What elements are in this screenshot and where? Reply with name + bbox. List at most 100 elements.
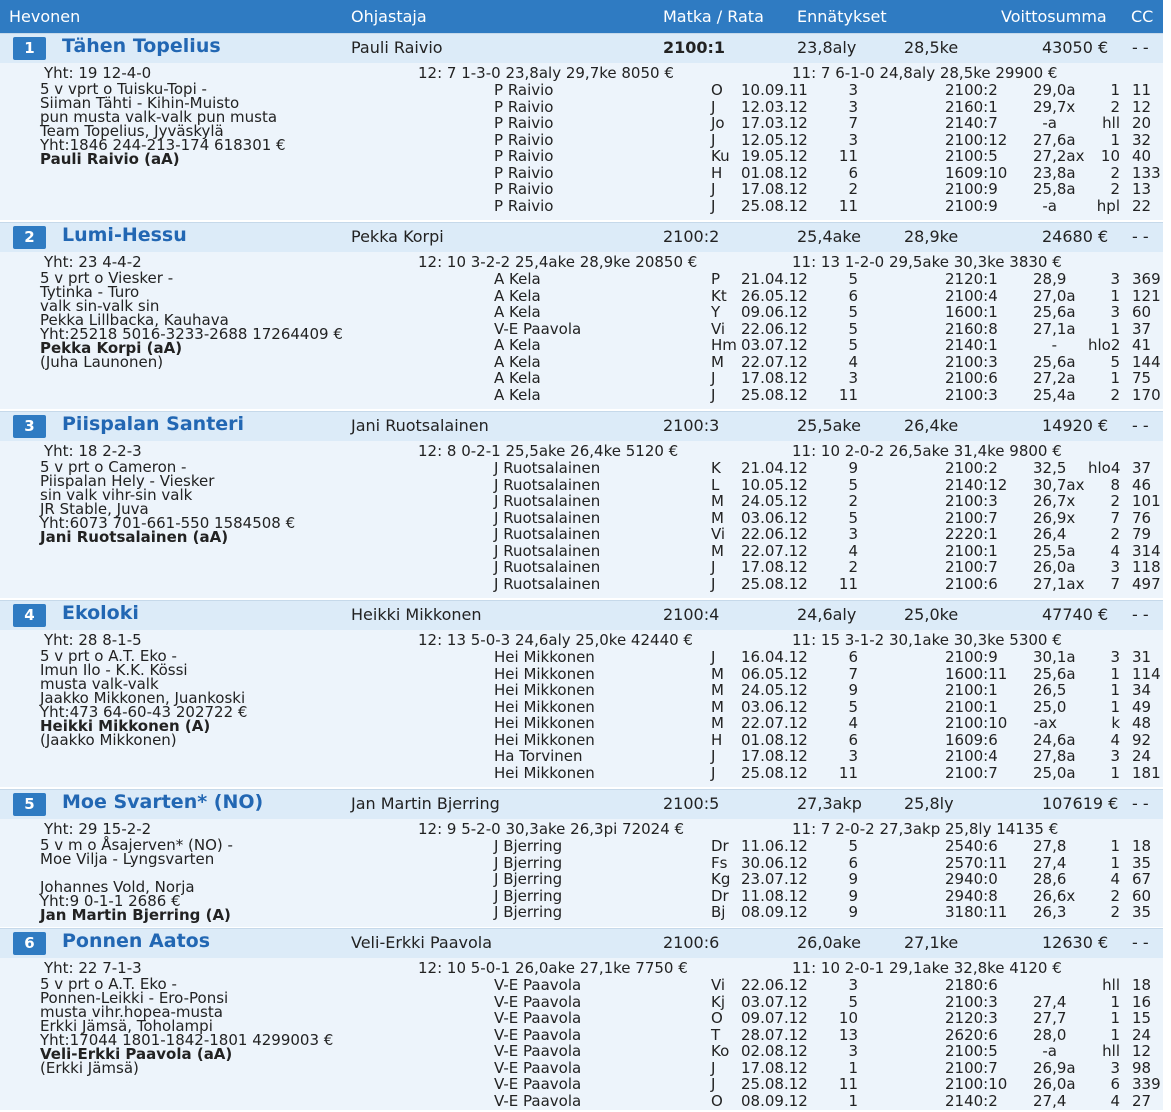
record-auto: 24,6aly bbox=[797, 605, 857, 624]
start-row[interactable]: Hei Mikkonen J 16.04.12 6 2100:9 30,1a 3 31 bbox=[0, 649, 1163, 666]
start-row[interactable]: A Kela M 22.07.12 4 2100:3 25,6a 5 144 bbox=[0, 353, 1163, 371]
start-row[interactable]: V-E Paavola T 28.07.12 13 2620:6 28,0 1 24 bbox=[0, 1025, 1163, 1044]
start-row[interactable]: J Bjerring Dr 11.06.12 5 2540:6 27,8 1 18 bbox=[0, 838, 1163, 855]
start-row[interactable]: Hei Mikkonen M 03.06.12 5 2100:1 25,0 1 49 bbox=[0, 698, 1163, 716]
start-result: 2100:5 bbox=[945, 1042, 998, 1060]
horse-name-link[interactable]: Piispalan Santeri bbox=[62, 413, 244, 435]
start-result: 2180:6 bbox=[945, 976, 998, 994]
start-driver: P Raivio bbox=[494, 163, 554, 182]
start-row[interactable]: A Kela P 21.04.12 5 2120:1 28,9 3 369 bbox=[0, 271, 1163, 288]
col-distance-header[interactable]: Matka / Rata bbox=[663, 7, 764, 26]
start-row[interactable]: A Kela Y 09.06.12 5 1600:1 25,6a 3 60 bbox=[0, 304, 1163, 321]
start-odds: 2 bbox=[1110, 525, 1120, 543]
start-row[interactable]: P Raivio J 17.08.12 2 2100:9 25,8a 2 13 bbox=[0, 181, 1163, 198]
start-row[interactable]: J Ruotsalainen M 24.05.12 2 2100:3 26,7x 2 101 bbox=[0, 493, 1163, 510]
start-odds: 7 bbox=[1110, 574, 1120, 593]
start-row[interactable]: J Ruotsalainen M 03.06.12 5 2100:7 26,9x 7 76 bbox=[0, 508, 1163, 527]
start-row[interactable]: Hei Mikkonen M 22.07.12 4 2100:10 -ax k 48 bbox=[0, 715, 1163, 732]
start-row[interactable]: V-E Paavola J 25.08.12 11 2100:10 26,0a 6 339 bbox=[0, 1076, 1163, 1093]
start-row[interactable]: Hei Mikkonen M 06.05.12 7 1600:11 25,6a 1 114 bbox=[0, 664, 1163, 683]
start-row[interactable]: P Raivio J 25.08.12 11 2100:9 -a hpl 22 bbox=[0, 197, 1163, 215]
start-row[interactable]: Ha Torvinen J 17.08.12 3 2100:4 27,8a 3 24 bbox=[0, 748, 1163, 765]
start-track: J bbox=[711, 1075, 716, 1093]
start-track: Kg bbox=[711, 870, 731, 888]
start-odds: 4 bbox=[1110, 730, 1120, 749]
start-row[interactable]: J Ruotsalainen J 17.08.12 2 2100:7 26,0a 3 118 bbox=[0, 559, 1163, 576]
start-row[interactable]: A Kela J 17.08.12 3 2100:6 27,2a 1 75 bbox=[0, 370, 1163, 387]
start-row[interactable]: P Raivio Jo 17.03.12 7 2140:7 -a hll 20 bbox=[0, 115, 1163, 132]
start-driver: J Bjerring bbox=[494, 837, 563, 855]
start-driver: P Raivio bbox=[494, 130, 554, 149]
horse-name-link[interactable]: Lumi-Hessu bbox=[62, 224, 187, 246]
start-row[interactable]: Hei Mikkonen H 01.08.12 6 1609:6 24,6a 4 92 bbox=[0, 730, 1163, 749]
horse-row[interactable]: 2 Lumi-Hessu Pekka Korpi 2100:2 25,4ake 28,9k… bbox=[0, 222, 1163, 254]
start-row[interactable]: A Kela Hm 03.07.12 5 2140:1 - hlo2 41 bbox=[0, 337, 1163, 354]
record-auto: 23,8aly bbox=[797, 38, 857, 57]
driver-name: Jan Martin Bjerring bbox=[351, 794, 500, 813]
start-track: K bbox=[711, 459, 721, 477]
start-row[interactable]: J Bjerring Fs 30.06.12 6 2570:11 27,4 1 35 bbox=[0, 854, 1163, 872]
start-row[interactable]: Hei Mikkonen M 24.05.12 9 2100:1 26,5 1 34 bbox=[0, 682, 1163, 699]
horse-name-link[interactable]: Moe Svarten* (NO) bbox=[62, 791, 263, 813]
col-driver-header[interactable]: Ohjastaja bbox=[351, 7, 427, 26]
col-cc-header[interactable]: CC bbox=[1131, 7, 1153, 26]
start-cc: 79 bbox=[1132, 525, 1152, 543]
start-driver: V-E Paavola bbox=[494, 1091, 582, 1110]
start-row[interactable]: P Raivio O 10.09.11 3 2100:2 29,0a 1 11 bbox=[0, 82, 1163, 99]
start-placing: 27,8a bbox=[1033, 747, 1076, 765]
start-row[interactable]: V-E Paavola O 09.07.12 10 2120:3 27,7 1 15 bbox=[0, 1010, 1163, 1027]
start-driver: A Kela bbox=[494, 369, 541, 387]
start-odds: hlo2 bbox=[1088, 336, 1121, 354]
start-row[interactable]: V-E Paavola Vi 22.06.12 5 2160:8 27,1a 1 37 bbox=[0, 320, 1163, 338]
horse-row[interactable]: 4 Ekoloki Heikki Mikkonen 2100:4 24,6aly 25,0… bbox=[0, 600, 1163, 632]
start-cc: 76 bbox=[1132, 508, 1152, 527]
start-row[interactable]: J Ruotsalainen J 25.08.12 11 2100:6 27,1ax 7 49… bbox=[0, 574, 1163, 593]
start-row[interactable]: J Bjerring Bj 08.09.12 9 3180:11 26,3 2 35 bbox=[0, 904, 1163, 921]
start-driver: V-E Paavola bbox=[494, 976, 582, 994]
horse-row[interactable]: 6 Ponnen Aatos Veli-Erkki Paavola 2100:6 26,… bbox=[0, 928, 1163, 960]
start-track: M bbox=[711, 664, 724, 683]
start-row[interactable]: V-E Paavola O 08.09.12 1 2140:2 27,4 4 27 bbox=[0, 1091, 1163, 1110]
start-placing: 25,8a bbox=[1033, 180, 1076, 198]
start-row[interactable]: J Bjerring Dr 11.08.12 9 2940:8 26,6x 2 60 bbox=[0, 886, 1163, 905]
distance-track: 2100:3 bbox=[663, 416, 720, 435]
col-records-header[interactable]: Ennätykset bbox=[797, 7, 887, 26]
horse-name-link[interactable]: Ekoloki bbox=[62, 602, 139, 624]
horse-row[interactable]: 5 Moe Svarten* (NO) Jan Martin Bjerring 210… bbox=[0, 789, 1163, 821]
start-row[interactable]: V-E Paavola Vi 22.06.12 3 2180:6 hll 18 bbox=[0, 977, 1163, 994]
start-row[interactable]: J Bjerring Kg 23.07.12 9 2940:0 28,6 4 67 bbox=[0, 871, 1163, 888]
start-row[interactable]: J Ruotsalainen Vi 22.06.12 3 2220:1 26,4 2 79 bbox=[0, 526, 1163, 543]
start-row[interactable]: A Kela Kt 26.05.12 6 2100:4 27,0a 1 121 bbox=[0, 287, 1163, 305]
start-race: 9 bbox=[848, 681, 858, 699]
start-row[interactable]: P Raivio H 01.08.12 6 1609:10 23,8a 2 133 bbox=[0, 163, 1163, 182]
start-row[interactable]: J Ruotsalainen K 21.04.12 9 2100:2 32,5 hlo4 37 bbox=[0, 460, 1163, 477]
horse-name-link[interactable]: Ponnen Aatos bbox=[62, 930, 210, 952]
horse-name-link[interactable]: Tähen Topelius bbox=[62, 35, 221, 57]
season-2011-summary: 11: 10 2-0-1 29,1ake 32,8ke 4120 € bbox=[792, 959, 1062, 977]
start-row[interactable]: V-E Paavola Ko 02.08.12 3 2100:5 -a hll 12 bbox=[0, 1043, 1163, 1060]
col-horse-header[interactable]: Hevonen bbox=[9, 7, 80, 26]
start-track: T bbox=[711, 1025, 721, 1044]
start-row[interactable]: V-E Paavola J 17.08.12 1 2100:7 26,9a 3 98 bbox=[0, 1059, 1163, 1077]
start-row[interactable]: Hei Mikkonen J 25.08.12 11 2100:7 25,0a 1 181 bbox=[0, 764, 1163, 782]
distance-track: 2100:2 bbox=[663, 227, 720, 246]
start-placing: 26,6x bbox=[1033, 886, 1076, 905]
start-row[interactable]: J Ruotsalainen M 22.07.12 4 2100:1 25,5a 4 314 bbox=[0, 542, 1163, 560]
start-driver: J Ruotsalainen bbox=[494, 475, 601, 494]
start-result: 2100:12 bbox=[945, 130, 1008, 149]
start-cc: 18 bbox=[1132, 976, 1152, 994]
horse-row[interactable]: 3 Piispalan Santeri Jani Ruotsalainen 2100:… bbox=[0, 411, 1163, 443]
start-race: 7 bbox=[848, 114, 858, 132]
start-date: 22.06.12 bbox=[741, 525, 808, 543]
start-odds: k bbox=[1111, 714, 1120, 732]
start-row[interactable]: P Raivio Ku 19.05.12 11 2100:5 27,2ax 10 40 bbox=[0, 148, 1163, 165]
start-placing: 26,5 bbox=[1033, 681, 1067, 699]
horse-row[interactable]: 1 Tähen Topelius Pauli Raivio 2100:1 23,8aly… bbox=[0, 33, 1163, 65]
start-track: Y bbox=[711, 303, 721, 321]
start-row[interactable]: J Ruotsalainen L 10.05.12 5 2140:12 30,7ax 8 46 bbox=[0, 475, 1163, 494]
start-row[interactable]: P Raivio J 12.05.12 3 2100:12 27,6a 1 32 bbox=[0, 130, 1163, 149]
start-row[interactable]: P Raivio J 12.03.12 3 2160:1 29,7x 2 12 bbox=[0, 98, 1163, 116]
col-prize-header[interactable]: Voittosumma bbox=[1001, 7, 1107, 26]
start-row[interactable]: V-E Paavola Kj 03.07.12 5 2100:3 27,4 1 16 bbox=[0, 993, 1163, 1011]
start-row[interactable]: A Kela J 25.08.12 11 2100:3 25,4a 2 170 bbox=[0, 386, 1163, 404]
